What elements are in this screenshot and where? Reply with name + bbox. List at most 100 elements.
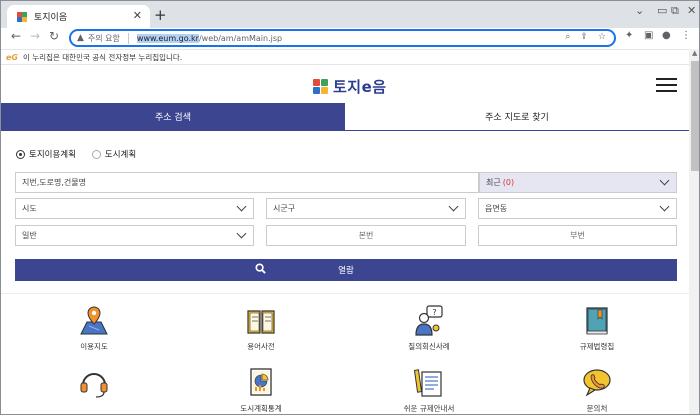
new-tab-button[interactable]: + — [154, 6, 167, 24]
radio-label: 도시계획 — [104, 150, 137, 160]
recent-searches-dropdown[interactable]: 최근 (0) — [479, 172, 677, 193]
service-usage-map[interactable]: 이용지도 — [39, 304, 149, 352]
magnifier-icon — [255, 263, 266, 274]
service-label: 도시계획통계 — [240, 404, 282, 413]
main-number-placeholder: 본번 — [358, 231, 374, 240]
bookmark-star-icon[interactable]: ☆ — [598, 32, 606, 42]
chevron-down-icon — [236, 228, 247, 239]
tab-title: 토지이음 — [34, 13, 68, 23]
service-label: 이용지도 — [80, 342, 108, 351]
tab-search-icon[interactable]: ⌄ — [635, 4, 644, 17]
close-tab-icon[interactable]: ✕ — [133, 9, 142, 22]
chevron-down-icon — [659, 175, 670, 186]
search-tabs: 주소 검색 주소 지도로 찾기 — [1, 103, 689, 131]
profile-icon[interactable]: ● — [662, 30, 671, 41]
menu-dots-icon[interactable]: ⋮ — [681, 30, 691, 41]
minimize-icon[interactable]: ▭ — [657, 4, 667, 17]
service-urban-plan-stats[interactable]: 도시계획통계 — [206, 366, 316, 414]
omnibox-icons: ⌕ ⇪ ☆ — [565, 32, 606, 42]
security-label[interactable]: 주의 요함 — [88, 33, 120, 44]
logo-text: 토지e음 — [333, 78, 387, 96]
eupmyeondong-value: 읍면동 — [485, 204, 508, 213]
restore-icon[interactable]: ⧉ — [671, 4, 679, 18]
radio-urban-plan[interactable]: 도시계획 — [91, 148, 137, 160]
sub-number-placeholder: 부번 — [570, 231, 585, 240]
search-submit-button[interactable]: 열람 — [15, 259, 677, 281]
service-regulation-laws[interactable]: 규제법령집 — [542, 304, 652, 352]
radio-button[interactable] — [91, 149, 101, 159]
map-pin-icon — [80, 306, 108, 335]
question-person-icon: ? — [415, 305, 443, 336]
land-type-select[interactable]: 일반 — [15, 225, 254, 246]
service-qa-cases[interactable]: ? 질의회신사례 — [374, 304, 484, 352]
site-logo[interactable]: 토지e음 — [313, 76, 387, 97]
browser-toolbar: ← → ↻ ▲ 주의 요함 www.eum.go.kr /web/am/amMa… — [1, 28, 699, 49]
service-glossary[interactable]: 용어사전 — [206, 304, 316, 352]
services-grid: 이용지도 용어사전 ? 질의회신사례 규제법령집 도시계획통계 쉬운 규제안내서… — [1, 293, 689, 414]
browser-tab[interactable]: 토지이음 ✕ — [7, 5, 150, 28]
gov-banner-text: 이 누리집은 대한민국 공식 전자정부 누리집입니다. — [23, 52, 183, 62]
forward-icon[interactable]: → — [30, 29, 40, 43]
site-header: 토지e음 — [1, 65, 689, 103]
chevron-down-icon — [659, 201, 670, 212]
book-icon — [247, 310, 275, 334]
eupmyeondong-select[interactable]: 읍면동 — [478, 198, 677, 219]
gov-banner: eG 이 누리집은 대한민국 공식 전자정부 누리집입니다. — [1, 49, 689, 65]
url-host[interactable]: www.eum.go.kr — [136, 33, 199, 43]
radio-land-use-plan[interactable]: 토지이용계획 — [16, 148, 76, 160]
warning-icon[interactable]: ▲ — [77, 33, 84, 43]
page-scrollbar[interactable]: ▲ — [689, 49, 699, 414]
address-placeholder: 지번,도로명,건물명 — [22, 178, 86, 187]
tab-address-search[interactable]: 주소 검색 — [1, 103, 345, 130]
sido-select[interactable]: 시도 — [15, 198, 254, 219]
share-icon[interactable]: ⇪ — [580, 32, 588, 42]
law-book-icon — [586, 307, 608, 335]
search-icon[interactable]: ⌕ — [565, 32, 570, 42]
service-label: 문의처 — [586, 404, 608, 413]
main-number-input[interactable]: 본번 — [266, 225, 466, 246]
site-favicon-icon — [17, 11, 27, 22]
sido-value: 시도 — [22, 204, 37, 213]
service-call-center[interactable] — [39, 366, 149, 403]
separator — [127, 32, 129, 44]
tab-map-search[interactable]: 주소 지도로 찾기 — [345, 103, 689, 130]
land-type-value: 일반 — [22, 231, 37, 240]
service-label: 쉬운 규제안내서 — [403, 404, 455, 413]
radio-button[interactable] — [16, 149, 25, 159]
reload-icon[interactable]: ↻ — [49, 29, 59, 43]
tab-strip: 토지이음 ✕ + ⌄ ▭ ⧉ ✕ — [1, 1, 699, 28]
service-contact[interactable]: 문의처 — [542, 366, 652, 414]
back-icon[interactable]: ← — [11, 29, 21, 43]
recent-count: (0) — [502, 178, 515, 187]
scrollbar-thumb[interactable] — [691, 61, 699, 171]
statistics-board-icon — [250, 368, 272, 396]
logo-mark-icon — [313, 79, 328, 94]
service-label: 규제법령집 — [579, 342, 615, 351]
service-easy-regulation-guide[interactable]: 쉬운 규제안내서 — [374, 366, 484, 414]
chevron-down-icon — [448, 201, 459, 212]
phone-bubble-icon — [583, 369, 611, 397]
recent-label: 최근 — [486, 178, 501, 187]
address-search-input[interactable]: 지번,도로명,건물명 — [15, 172, 479, 193]
service-label: 용어사전 — [247, 342, 275, 351]
service-label: 질의회신사례 — [408, 342, 450, 351]
sub-number-input[interactable]: 부번 — [478, 225, 677, 246]
headset-icon — [80, 373, 108, 398]
search-submit-label: 열람 — [338, 266, 354, 276]
chevron-down-icon — [236, 201, 247, 212]
window-close-icon[interactable]: ✕ — [687, 4, 696, 17]
address-bar[interactable]: ▲ 주의 요함 www.eum.go.kr /web/am/amMain.jsp… — [69, 29, 616, 47]
radio-label: 토지이용계획 — [29, 150, 76, 160]
sigungu-select[interactable]: 시군구 — [266, 198, 466, 219]
egov-logo: eG — [6, 52, 18, 62]
side-panel-icon[interactable]: ▣ — [644, 30, 653, 41]
svg-text:?: ? — [432, 308, 436, 317]
sigungu-value: 시군구 — [273, 204, 296, 213]
document-pencil-icon — [413, 369, 442, 397]
hamburger-menu-icon[interactable] — [656, 78, 677, 92]
search-type-radios: 토지이용계획 도시계획 — [16, 148, 152, 160]
extensions-icon[interactable]: ✦ — [625, 30, 633, 41]
scroll-up-icon[interactable]: ▲ — [692, 49, 697, 57]
url-path[interactable]: /web/am/amMain.jsp — [199, 34, 282, 43]
browser-window: 토지이음 ✕ + ⌄ ▭ ⧉ ✕ ← → ↻ ▲ 주의 요함 www.eum.g… — [0, 0, 700, 415]
